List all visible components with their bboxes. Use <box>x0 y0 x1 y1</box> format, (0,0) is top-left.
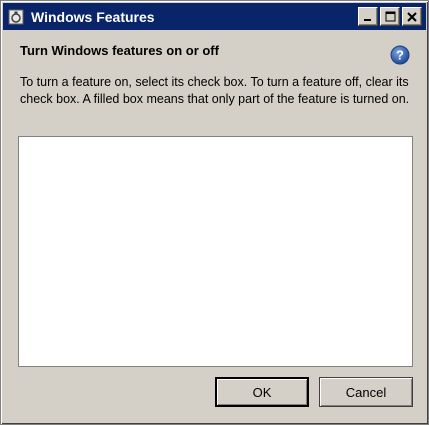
cancel-button[interactable]: Cancel <box>319 377 413 407</box>
windows-features-dialog: Windows Features Turn Windows features o… <box>0 0 429 425</box>
close-button[interactable] <box>402 7 422 26</box>
svg-text:?: ? <box>396 48 404 63</box>
title-bar[interactable]: Windows Features <box>3 3 426 30</box>
help-icon[interactable]: ? <box>390 45 410 65</box>
window-title: Windows Features <box>31 8 155 25</box>
close-icon <box>407 11 417 22</box>
maximize-icon <box>385 11 395 22</box>
minimize-icon <box>364 18 371 21</box>
maximize-button[interactable] <box>380 7 400 26</box>
page-title: Turn Windows features on or off <box>20 43 219 58</box>
instructions-text: To turn a feature on, select its check b… <box>20 75 410 106</box>
ok-button[interactable]: OK <box>215 377 309 407</box>
windows-features-icon <box>7 8 25 26</box>
window-controls <box>356 7 422 26</box>
minimize-button[interactable] <box>358 7 378 26</box>
features-tree-list[interactable] <box>18 136 413 367</box>
